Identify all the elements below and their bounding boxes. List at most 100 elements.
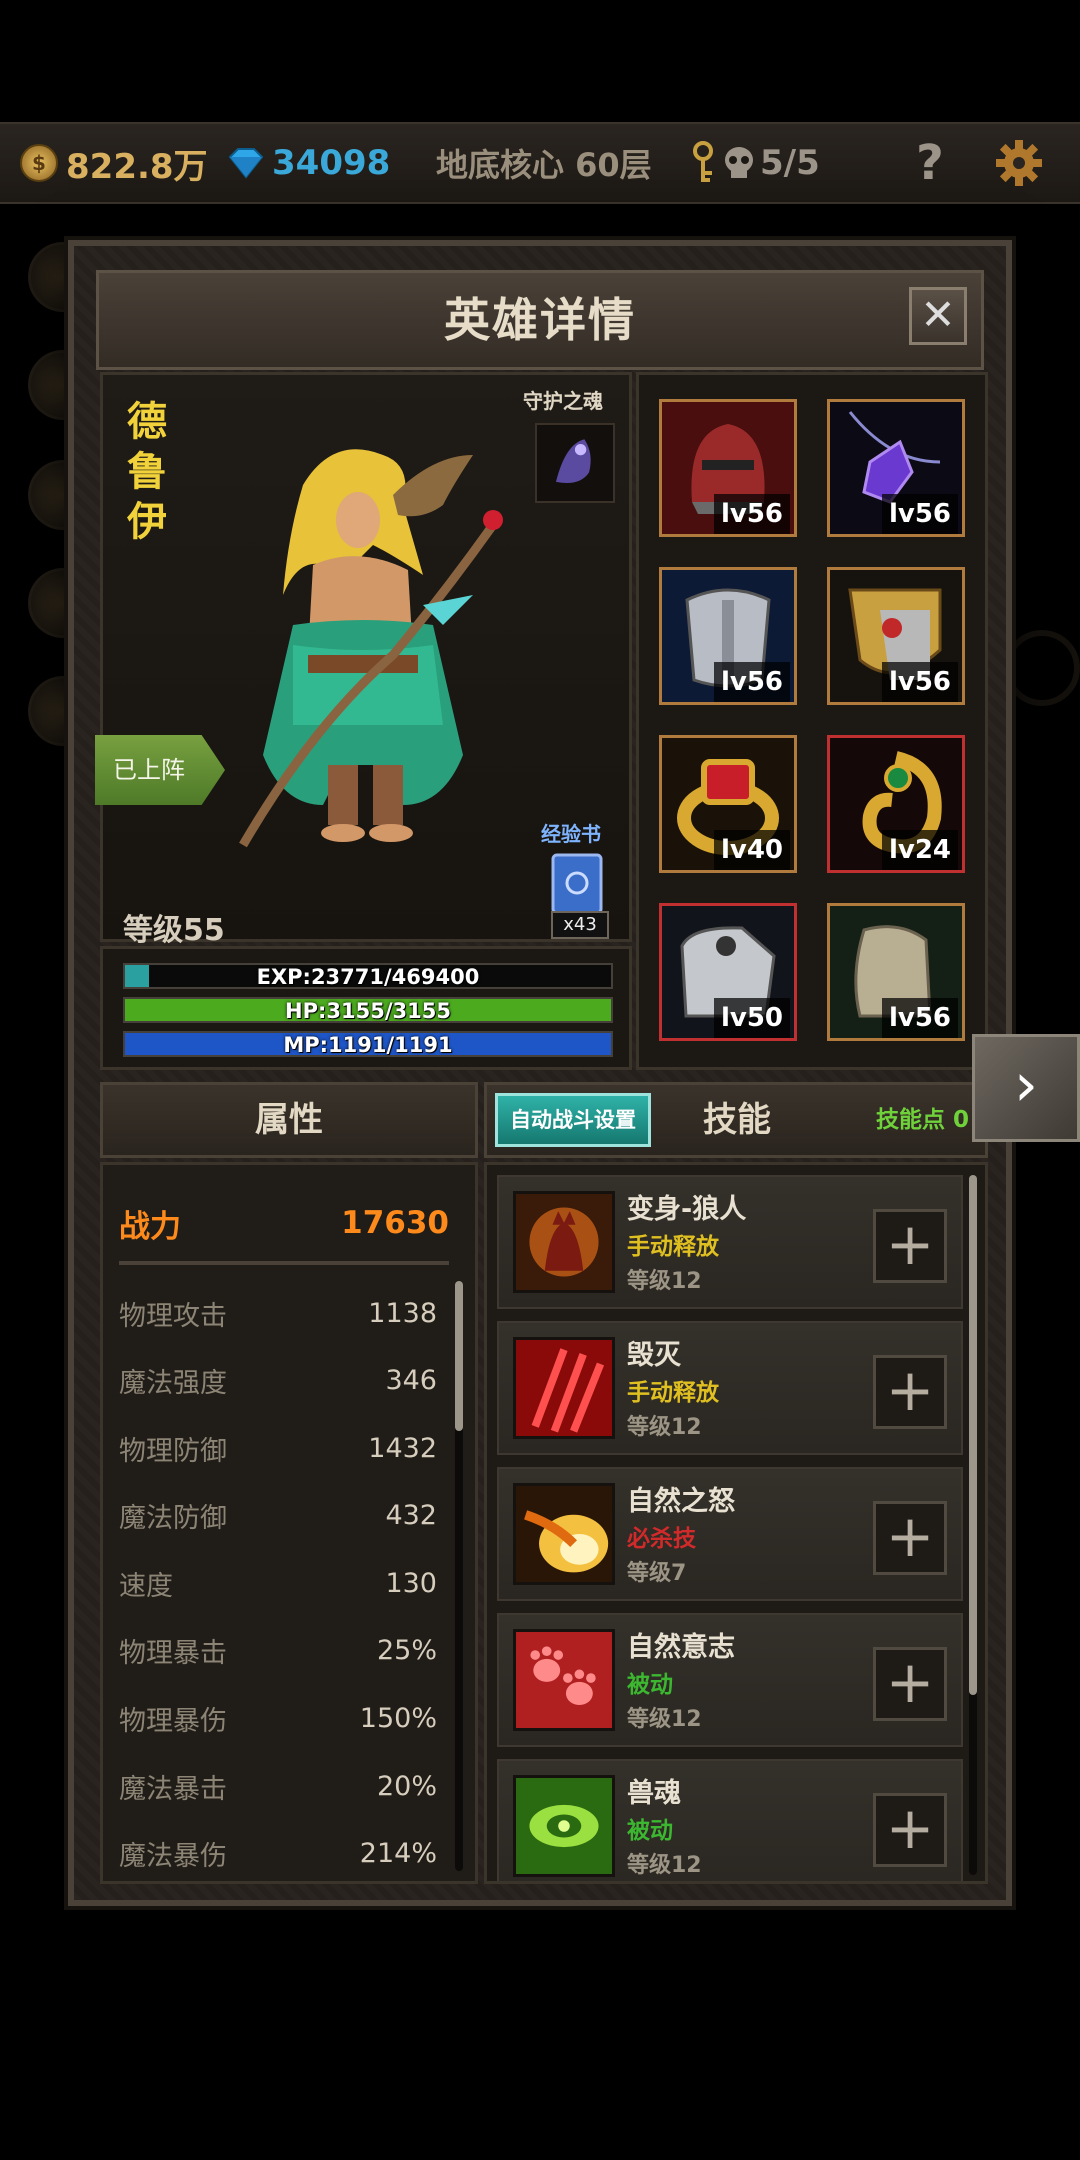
attribute-value: 432 [385, 1499, 437, 1531]
hero-portrait [239, 449, 503, 848]
attributes-scrollbar[interactable] [455, 1281, 463, 1871]
attribute-name: 物理攻击 [119, 1300, 227, 1332]
skill-type: 被动 [627, 1672, 673, 1698]
skull-icon [725, 147, 753, 178]
attributes-panel[interactable]: 战力 17630 物理攻击 1138 魔法强度 346 物理防御 1432 魔法… [100, 1162, 478, 1884]
mp-bar: MP:1191/1191 [123, 1031, 613, 1057]
upgrade-skill-button[interactable]: + [873, 1209, 947, 1283]
upgrade-skill-button[interactable]: + [873, 1793, 947, 1867]
attribute-row: 魔法暴击 20% [119, 1762, 437, 1810]
equipment-slot-emerald-ring[interactable]: lv24 [827, 735, 965, 873]
skill-type: 被动 [627, 1818, 673, 1844]
hero-details-dialog: 英雄详情 ✕ 德鲁伊 已上阵 守护之魂 经验书 x43 等级55 EXP:237… [68, 240, 1012, 1906]
skill-level: 等级12 [627, 1707, 702, 1732]
skill-points: 技能点 0 [875, 1107, 969, 1133]
location-label: 地底核心 60层 [436, 146, 652, 184]
stats-bars-panel: EXP:23771/469400 HP:3155/3155 MP:1191/11… [100, 946, 632, 1070]
equipment-slot-shoulder[interactable]: lv56 [827, 567, 965, 705]
skill-type: 手动释放 [627, 1380, 719, 1406]
attribute-row: 速度 130 [119, 1559, 437, 1607]
skull-value: 5/5 [760, 143, 820, 183]
skills-header: 自动战斗设置 技能 技能点 0 [484, 1082, 988, 1158]
skill-item[interactable]: 自然意志 被动 等级12 + [497, 1613, 963, 1747]
attribute-value: 25% [376, 1634, 437, 1666]
gem-counter: 34098 [226, 124, 390, 202]
help-button[interactable]: ? [916, 124, 944, 202]
equipment-slot-helmet[interactable]: lv56 [659, 399, 797, 537]
equipment-slot-ruby-ring[interactable]: lv40 [659, 735, 797, 873]
skills-list[interactable]: 变身-狼人 手动释放 等级12 + 毁灭 手动释放 等级12 + 自然之怒 必杀 [484, 1162, 988, 1884]
skill-level: 等级12 [627, 1853, 702, 1878]
resource-bar: $ 822.8万 34098 地底核心 60层 5/5 ? [0, 122, 1080, 204]
skill-item[interactable]: 兽魂 被动 等级12 + [497, 1759, 963, 1881]
attribute-value: 346 [385, 1364, 437, 1396]
combat-power-value: 17630 [341, 1205, 449, 1241]
close-button[interactable]: ✕ [909, 287, 967, 345]
attribute-value: 1138 [368, 1297, 437, 1329]
hero-name: 德鲁伊 [127, 399, 167, 545]
destruction-skill-icon [513, 1337, 615, 1439]
dialog-title: 英雄详情 [444, 293, 636, 347]
equipment-slot-armor[interactable]: lv56 [659, 567, 797, 705]
upgrade-skill-button[interactable]: + [873, 1647, 947, 1721]
hp-text: HP:3155/3155 [285, 999, 451, 1023]
attribute-name: 魔法强度 [119, 1367, 227, 1399]
attribute-name: 魔法暴击 [119, 1773, 227, 1805]
equipment-slot-gauntlet[interactable]: lv50 [659, 903, 797, 1041]
game-screen: $ 822.8万 34098 地底核心 60层 5/5 ? 英雄详情 ✕ 德鲁伊… [0, 0, 1080, 2160]
skill-item[interactable]: 变身-狼人 手动释放 等级12 + [497, 1175, 963, 1309]
equipment-level: lv24 [882, 830, 958, 870]
mp-text: MP:1191/1191 [283, 1033, 453, 1057]
attribute-name: 速度 [119, 1570, 173, 1602]
equipment-level: lv56 [882, 998, 958, 1038]
guardian-soul-slot[interactable] [535, 423, 615, 503]
equipment-level: lv40 [714, 830, 790, 870]
skill-name: 自然之怒 [627, 1486, 735, 1517]
equipment-level: lv56 [714, 494, 790, 534]
attribute-value: 20% [376, 1770, 437, 1802]
natures-wrath-skill-icon [513, 1483, 615, 1585]
equipment-level: lv56 [882, 662, 958, 702]
exp-bar: EXP:23771/469400 [123, 963, 613, 989]
attribute-value: 214% [359, 1837, 437, 1869]
beast-soul-skill-icon [513, 1775, 615, 1877]
skills-scrollbar[interactable] [969, 1175, 977, 1875]
tab-skills[interactable]: 技能 [677, 1085, 797, 1155]
skill-item[interactable]: 自然之怒 必杀技 等级7 + [497, 1467, 963, 1601]
exp-book-count: x43 [551, 911, 609, 939]
skill-name: 毁灭 [627, 1340, 681, 1371]
settings-button[interactable] [994, 124, 1044, 202]
auto-battle-settings-button[interactable]: 自动战斗设置 [495, 1093, 651, 1147]
combat-power-row: 战力 17630 [119, 1195, 449, 1251]
skill-type: 手动释放 [627, 1234, 719, 1260]
skill-level: 等级7 [627, 1561, 687, 1586]
skill-item[interactable]: 毁灭 手动释放 等级12 + [497, 1321, 963, 1455]
skill-name: 兽魂 [627, 1778, 681, 1809]
attribute-row: 物理暴伤 150% [119, 1694, 437, 1742]
skill-level: 等级12 [627, 1415, 702, 1440]
exp-book-label: 经验书 [541, 822, 601, 846]
dialog-title-bar: 英雄详情 ✕ [96, 270, 984, 370]
equipment-slot-boots[interactable]: lv56 [827, 903, 965, 1041]
attribute-row: 物理攻击 1138 [119, 1289, 437, 1337]
attribute-row: 魔法防御 432 [119, 1491, 437, 1539]
guardian-soul-label: 守护之魂 [523, 389, 603, 413]
coin-icon: $ [20, 144, 58, 182]
attribute-name: 魔法暴伤 [119, 1840, 227, 1872]
skull-counter: 5/5 [690, 124, 820, 202]
scrollbar-thumb[interactable] [969, 1175, 977, 1695]
diamond-icon [228, 148, 264, 179]
gem-value: 34098 [272, 143, 391, 183]
exp-text: EXP:23771/469400 [256, 965, 480, 989]
equipment-slot-amulet[interactable]: lv56 [827, 399, 965, 537]
hero-portrait-panel: 德鲁伊 已上阵 守护之魂 经验书 x43 等级55 [95, 372, 632, 948]
scrollbar-thumb[interactable] [455, 1281, 463, 1431]
gear-icon [996, 140, 1042, 186]
gold-counter: $ 822.8万 [20, 124, 208, 202]
upgrade-skill-button[interactable]: + [873, 1355, 947, 1429]
attribute-name: 物理暴伤 [119, 1705, 227, 1737]
skill-type: 必杀技 [627, 1526, 696, 1552]
attribute-value: 130 [385, 1567, 437, 1599]
upgrade-skill-button[interactable]: + [873, 1501, 947, 1575]
next-hero-button[interactable]: › [972, 1034, 1080, 1142]
